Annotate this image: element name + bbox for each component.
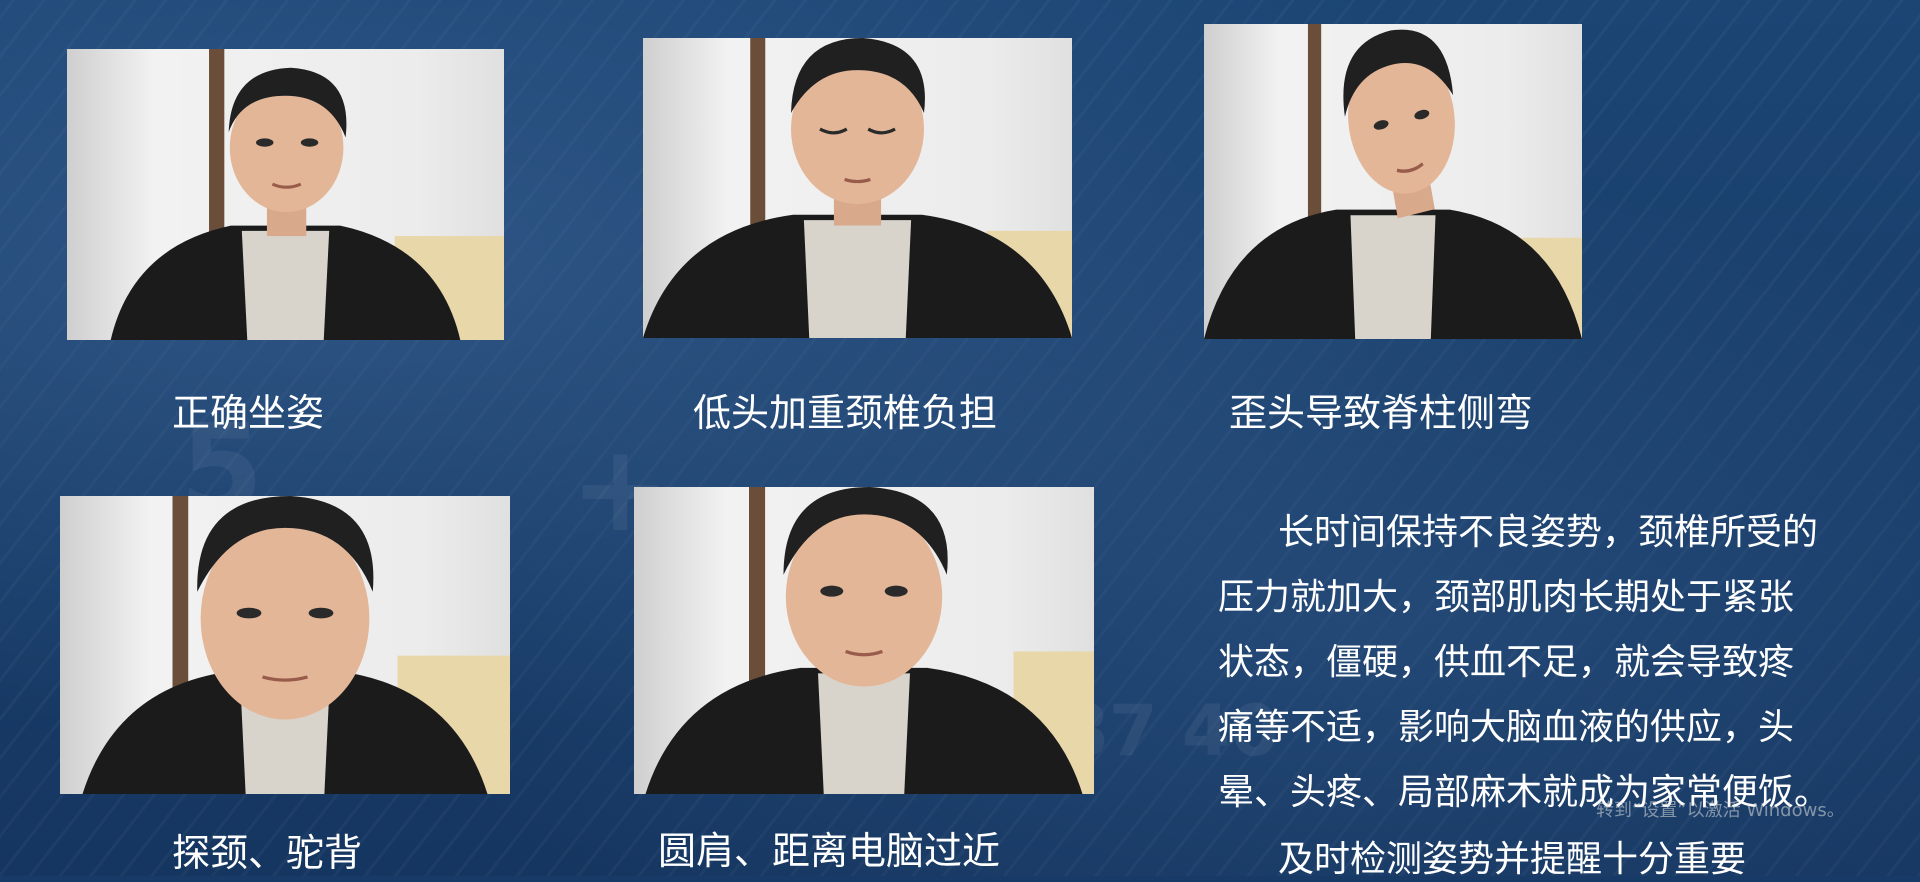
person-photo-icon — [1204, 24, 1582, 339]
paragraph-line: 状态，僵硬，供血不足，就会导致疼 — [1218, 642, 1795, 683]
person-photo-icon — [82, 496, 510, 794]
person-photo-icon — [110, 49, 504, 340]
photo-forward-neck — [60, 496, 510, 794]
photo-head-tilt — [1204, 24, 1582, 339]
paragraph-line: 压力就加大，颈部肌肉长期处于紧张 — [1218, 577, 1795, 618]
caption-head-down: 低头加重颈椎负担 — [693, 391, 998, 435]
photo-correct-posture — [67, 49, 504, 340]
photo-too-close — [634, 487, 1094, 794]
photo-head-down — [643, 38, 1072, 338]
caption-head-tilt: 歪头导致脊柱侧弯 — [1229, 391, 1534, 435]
explanation-paragraph: 长时间保持不良姿势，颈椎所受的 压力就加大，颈部肌肉长期处于紧张 状态，僵硬，供… — [1218, 500, 1838, 825]
paragraph-line: 痛等不适，影响大脑血液的供应，头 — [1218, 707, 1795, 748]
paragraph-line: 长时间保持不良姿势，颈椎所受的 — [1278, 512, 1819, 553]
conclusion-text: 及时检测姿势并提醒十分重要 — [1278, 839, 1747, 880]
caption-correct-posture: 正确坐姿 — [172, 391, 325, 435]
caption-forward-neck: 探颈、驼背 — [172, 831, 363, 875]
windows-activation-watermark: 转到“设置”以激活 Windows。 — [1596, 800, 1845, 821]
person-photo-icon — [645, 487, 1094, 794]
caption-too-close: 圆肩、距离电脑过近 — [658, 829, 1001, 873]
person-photo-icon — [643, 38, 1072, 338]
